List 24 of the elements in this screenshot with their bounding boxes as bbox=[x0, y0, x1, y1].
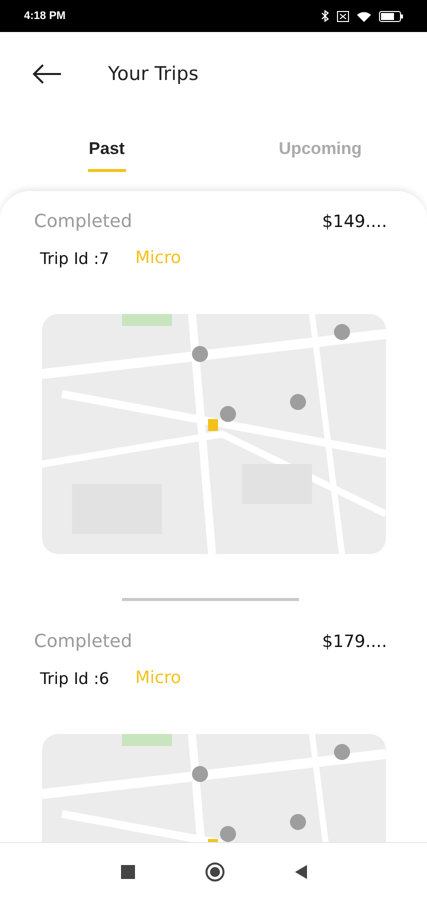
status-time: 4:18 PM bbox=[24, 10, 66, 22]
tab-indicator bbox=[88, 169, 126, 172]
circle-icon bbox=[204, 862, 224, 882]
trip-status: Completed bbox=[34, 631, 132, 652]
vehicle-type: Micro bbox=[135, 668, 181, 688]
bluetooth-icon bbox=[321, 10, 329, 22]
vehicle-type: Micro bbox=[135, 248, 181, 268]
page-title: Your Trips bbox=[108, 62, 198, 84]
wifi-icon bbox=[357, 10, 371, 22]
trip-price: $179.... bbox=[322, 632, 387, 652]
square-icon bbox=[120, 864, 134, 878]
triangle-icon bbox=[294, 864, 306, 878]
battery-icon bbox=[379, 10, 403, 22]
trip-id: Trip Id :6 bbox=[40, 668, 110, 688]
trip-status: Completed bbox=[34, 211, 132, 232]
trip-id: Trip Id :7 bbox=[40, 248, 110, 268]
home-button[interactable] bbox=[204, 862, 224, 882]
back-button[interactable] bbox=[32, 64, 62, 84]
sim-icon bbox=[337, 10, 349, 22]
back-nav-button[interactable] bbox=[294, 864, 306, 878]
back-arrow-icon bbox=[32, 64, 62, 84]
trip-price: $149.... bbox=[322, 212, 387, 232]
tab[interactable]: Past bbox=[0, 115, 214, 185]
recents-button[interactable] bbox=[120, 864, 134, 878]
